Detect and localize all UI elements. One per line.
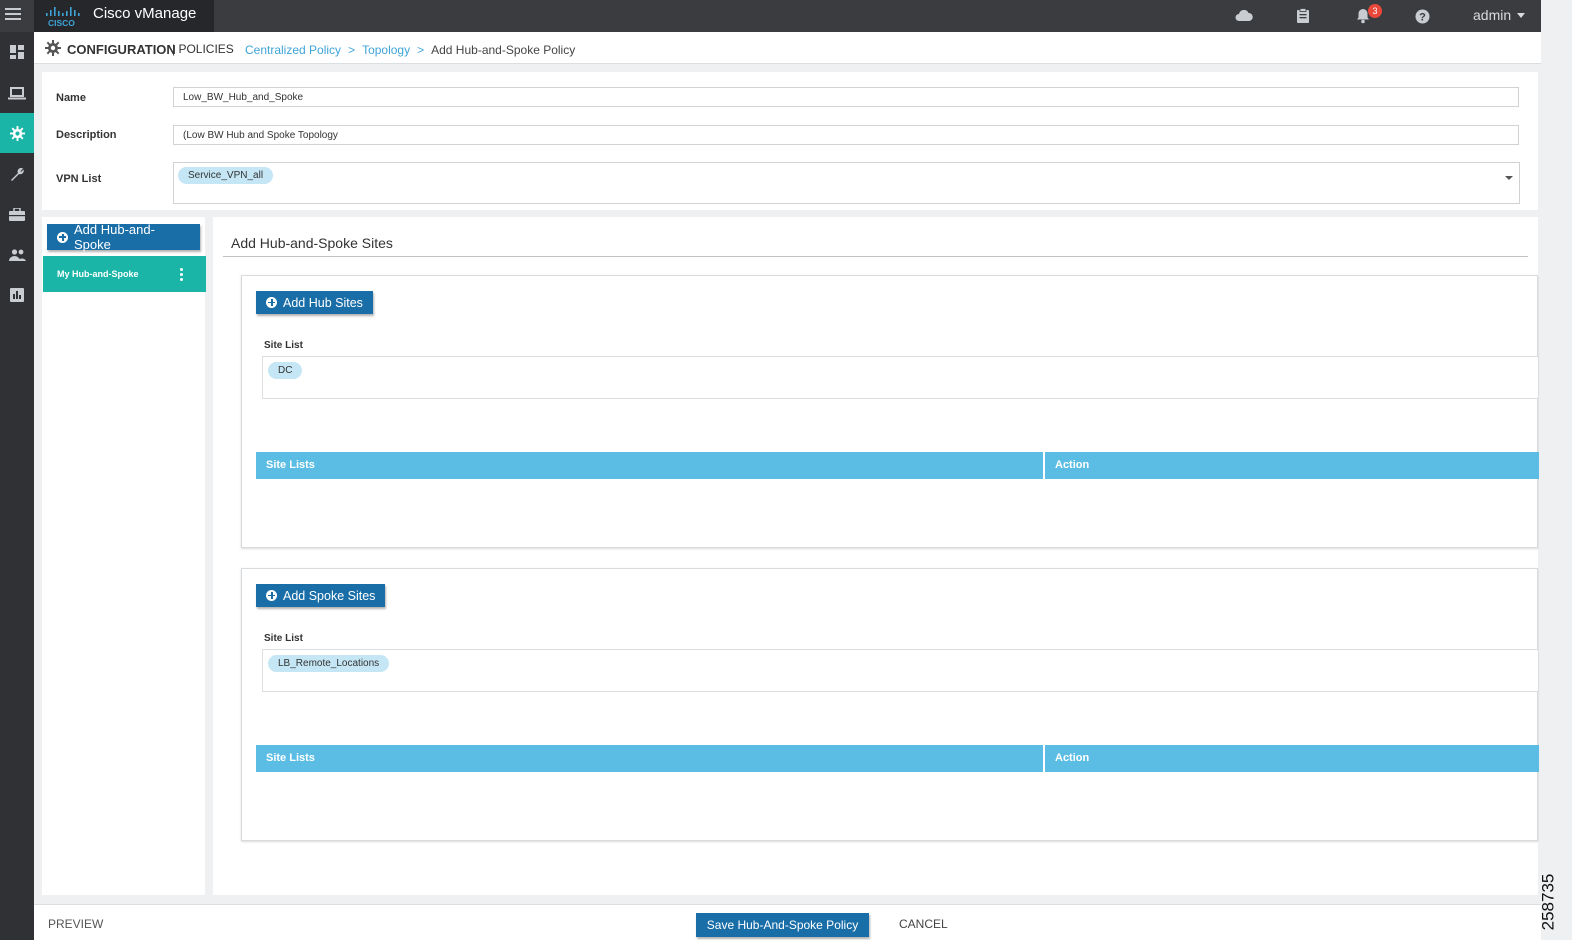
policy-form: Name Low_BW_Hub_and_Spoke Description (L…	[42, 72, 1538, 210]
configuration-icon[interactable]	[0, 113, 34, 153]
list-item[interactable]: My Hub-and-Spoke	[43, 256, 206, 292]
divider	[223, 256, 1528, 257]
spoke-table-header: Site Lists Action	[256, 745, 1539, 772]
svg-text:CISCO: CISCO	[48, 18, 75, 28]
chevron-down-icon[interactable]	[1505, 176, 1513, 180]
breadcrumb-topology[interactable]: Topology	[362, 43, 410, 57]
plus-circle-icon	[266, 297, 277, 308]
column-header-site-lists: Site Lists	[256, 745, 1045, 772]
add-hub-sites-label: Add Hub Sites	[283, 295, 363, 310]
page-title: CONFIGURATION	[67, 42, 176, 57]
sites-panel: Add Hub-and-Spoke Sites Add Hub Sites Si…	[213, 217, 1539, 895]
svg-text:?: ?	[1419, 11, 1426, 23]
breadcrumb-separator: >	[348, 43, 356, 57]
description-label: Description	[56, 129, 117, 141]
add-hub-and-spoke-button[interactable]: Add Hub-and-Spoke	[47, 222, 200, 252]
monitor-icon[interactable]	[0, 73, 34, 113]
list-item-label: My Hub-and-Spoke	[57, 269, 139, 279]
user-name: admin	[1473, 7, 1512, 23]
more-options-icon[interactable]	[180, 268, 183, 283]
administration-users-icon[interactable]	[0, 235, 34, 275]
footer-bar: PREVIEW Save Hub-And-Spoke Policy CANCEL	[34, 904, 1541, 940]
cloud-icon[interactable]	[1234, 6, 1254, 26]
app-title: Cisco vManage	[93, 5, 197, 22]
section-title: Add Hub-and-Spoke Sites	[231, 235, 393, 251]
cancel-button[interactable]: CANCEL	[899, 917, 948, 931]
plus-circle-icon	[57, 231, 68, 243]
chevron-down-icon	[1517, 12, 1526, 18]
vpn-list-label: VPN List	[56, 173, 102, 185]
analytics-icon[interactable]	[0, 275, 34, 315]
hub-site-list-label: Site List	[264, 340, 303, 351]
tools-wrench-icon[interactable]	[0, 154, 34, 194]
column-header-action: Action	[1055, 459, 1090, 471]
column-header-action: Action	[1055, 752, 1090, 764]
save-policy-button[interactable]: Save Hub-And-Spoke Policy	[696, 913, 869, 937]
cisco-logo-icon: CISCO	[46, 7, 80, 28]
vpn-list-select[interactable]: Service_VPN_all	[173, 162, 1520, 204]
breadcrumb-current: Add Hub-and-Spoke Policy	[431, 43, 576, 57]
help-icon[interactable]: ?	[1412, 6, 1432, 26]
add-spoke-sites-label: Add Spoke Sites	[283, 588, 376, 603]
spoke-site-list-select[interactable]: LB_Remote_Locations	[262, 649, 1539, 692]
hub-table-header: Site Lists Action	[256, 452, 1539, 479]
figure-number-text: 258735	[1538, 873, 1558, 931]
notification-count-badge: 3	[1368, 4, 1382, 18]
preview-button[interactable]: PREVIEW	[48, 917, 103, 931]
spoke-site-tag[interactable]: LB_Remote_Locations	[268, 655, 390, 672]
page-subtitle: | POLICIES	[172, 42, 234, 56]
spoke-site-list-label: Site List	[264, 633, 303, 644]
left-nav	[0, 32, 34, 940]
name-input[interactable]: Low_BW_Hub_and_Spoke	[173, 87, 1519, 107]
page-header: CONFIGURATION | POLICIES Centralized Pol…	[34, 32, 1541, 64]
vpn-list-tag[interactable]: Service_VPN_all	[178, 167, 274, 184]
brand[interactable]: CISCO Cisco vManage	[34, 0, 214, 32]
user-menu[interactable]: admin	[1473, 7, 1526, 23]
spoke-sites-card: Add Spoke Sites Site List LB_Remote_Loca…	[241, 568, 1539, 841]
tasks-clipboard-icon[interactable]	[1293, 6, 1313, 26]
hub-site-tag[interactable]: DC	[268, 362, 303, 379]
hub-sites-card: Add Hub Sites Site List DC Site Lists Ac…	[241, 275, 1539, 548]
add-hub-and-spoke-label: Add Hub-and-Spoke	[74, 222, 155, 252]
plus-circle-icon	[266, 590, 277, 601]
maintenance-toolbox-icon[interactable]	[0, 194, 34, 234]
breadcrumb-centralized-policy[interactable]: Centralized Policy	[245, 43, 341, 57]
breadcrumb: Centralized Policy > Topology > Add Hub-…	[245, 43, 575, 57]
figure-number: 258735	[1538, 870, 1564, 934]
breadcrumb-separator: >	[417, 43, 425, 57]
gear-icon	[45, 40, 61, 56]
top-bar: CISCO Cisco vManage 3 ? admin	[0, 0, 1541, 32]
dashboard-icon[interactable]	[0, 32, 34, 72]
hub-site-list-select[interactable]: DC	[262, 356, 1539, 399]
column-header-site-lists: Site Lists	[256, 452, 1045, 479]
add-spoke-sites-button[interactable]: Add Spoke Sites	[256, 584, 386, 607]
name-label: Name	[56, 92, 86, 104]
hamburger-menu-icon[interactable]	[5, 8, 21, 22]
add-hub-sites-button[interactable]: Add Hub Sites	[256, 291, 373, 314]
description-input[interactable]: (Low BW Hub and Spoke Topology	[173, 125, 1519, 145]
hub-and-spoke-list-panel: Add Hub-and-Spoke My Hub-and-Spoke	[42, 217, 206, 895]
